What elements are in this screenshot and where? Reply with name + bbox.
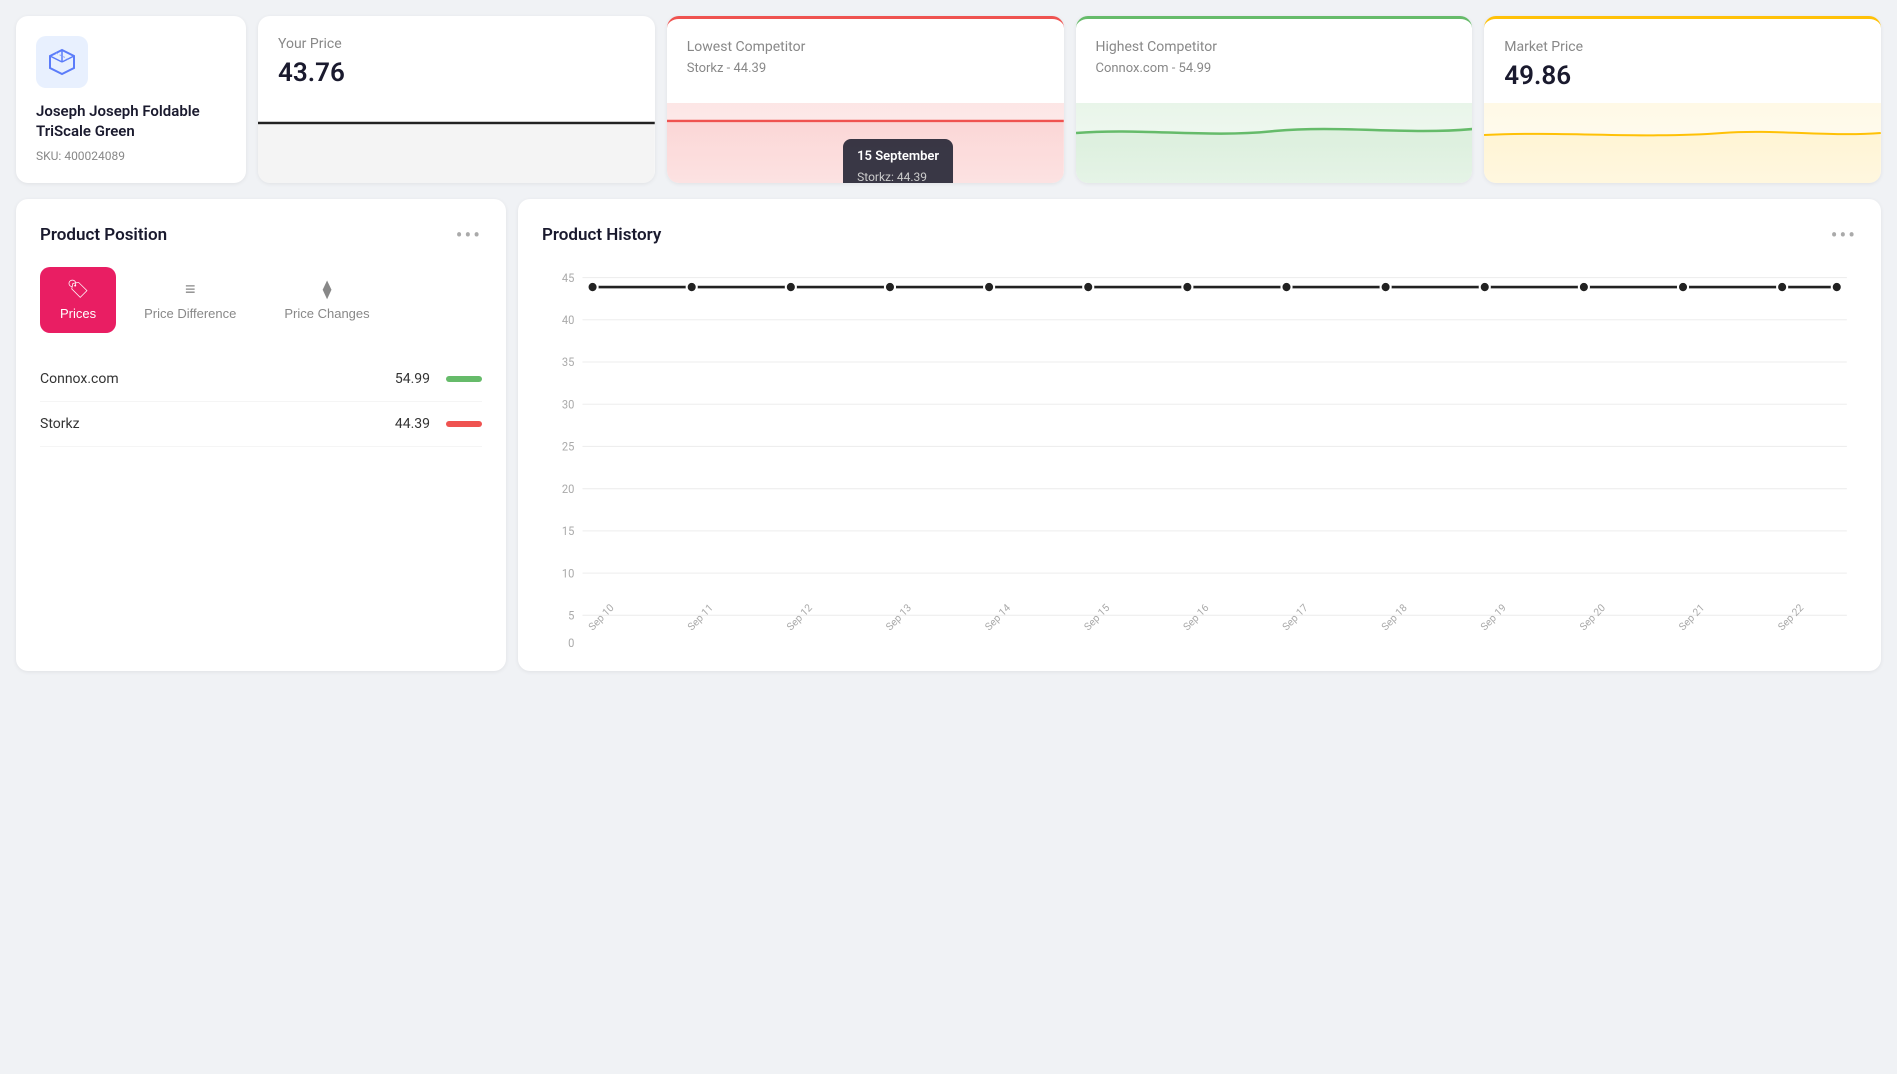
product-info-card: Joseph Joseph Foldable TriScale Green SK… — [16, 16, 246, 183]
highest-competitor-sub: Connox.com - 54.99 — [1096, 61, 1453, 76]
competitor-bar-storkz — [446, 421, 482, 427]
svg-text:25: 25 — [562, 439, 575, 453]
svg-text:45: 45 — [562, 271, 575, 285]
tab-prices[interactable]: 🏷 Prices — [40, 267, 116, 333]
prices-icon: 🏷 — [67, 279, 90, 300]
svg-text:40: 40 — [562, 313, 575, 327]
svg-text:Sep 12: Sep 12 — [784, 601, 815, 633]
your-price-chart — [258, 103, 655, 183]
lowest-competitor-card: Lowest Competitor Storkz - 44.39 15 Sept… — [667, 16, 1064, 183]
svg-text:30: 30 — [562, 397, 575, 411]
competitor-row: Storkz 44.39 — [40, 402, 482, 447]
product-history-title: Product History — [542, 225, 661, 245]
highest-competitor-label: Highest Competitor — [1096, 39, 1453, 55]
competitor-name-storkz: Storkz — [40, 416, 395, 432]
svg-text:Sep 15: Sep 15 — [1081, 601, 1112, 633]
competitor-price-storkz: 44.39 — [395, 416, 430, 432]
tab-price-difference-label: Price Difference — [144, 306, 236, 321]
top-cards-row: Joseph Joseph Foldable TriScale Green SK… — [16, 16, 1881, 183]
history-chart-svg: 45 40 35 30 25 20 15 10 5 0 — [542, 267, 1857, 647]
market-price-label: Market Price — [1504, 39, 1861, 55]
svg-text:Sep 18: Sep 18 — [1379, 601, 1410, 633]
your-price-value: 43.76 — [278, 58, 635, 88]
bottom-row: Product Position ••• 🏷 Prices ≡ Price Di… — [16, 199, 1881, 671]
svg-text:Sep 21: Sep 21 — [1676, 601, 1707, 633]
svg-text:Sep 13: Sep 13 — [883, 601, 914, 633]
svg-text:15: 15 — [562, 524, 575, 538]
svg-text:Sep 20: Sep 20 — [1577, 601, 1608, 633]
svg-text:Sep 17: Sep 17 — [1280, 601, 1311, 633]
lowest-competitor-chart — [667, 103, 1064, 183]
competitor-row: Connox.com 54.99 — [40, 357, 482, 402]
svg-text:20: 20 — [562, 482, 575, 496]
tab-price-changes-label: Price Changes — [284, 306, 369, 321]
svg-text:Sep 19: Sep 19 — [1478, 601, 1509, 633]
price-difference-icon: ≡ — [185, 279, 196, 300]
svg-text:Sep 22: Sep 22 — [1775, 601, 1806, 633]
svg-text:0: 0 — [568, 636, 574, 647]
market-price-card: Market Price 49.86 — [1484, 16, 1881, 183]
tab-price-changes[interactable]: ⧫ Price Changes — [264, 267, 389, 333]
product-history-chart: 45 40 35 30 25 20 15 10 5 0 — [542, 267, 1857, 647]
competitor-name-connox: Connox.com — [40, 371, 395, 387]
market-price-value: 49.86 — [1504, 61, 1861, 91]
svg-text:Sep 14: Sep 14 — [982, 601, 1013, 633]
svg-text:Sep 11: Sep 11 — [685, 601, 716, 633]
product-position-tabs: 🏷 Prices ≡ Price Difference ⧫ Price Chan… — [40, 267, 482, 333]
price-changes-icon: ⧫ — [323, 279, 332, 300]
product-sku: SKU: 400024089 — [36, 149, 226, 163]
product-history-header: Product History ••• — [542, 223, 1857, 247]
highest-competitor-card: Highest Competitor Connox.com - 54.99 — [1076, 16, 1473, 183]
product-position-title: Product Position — [40, 225, 167, 245]
svg-text:35: 35 — [562, 355, 575, 369]
product-history-panel: Product History ••• 45 40 35 30 — [518, 199, 1881, 671]
competitor-price-connox: 54.99 — [395, 371, 430, 387]
svg-text:5: 5 — [568, 608, 574, 622]
product-icon — [36, 36, 88, 88]
tab-price-difference[interactable]: ≡ Price Difference — [124, 267, 256, 333]
product-position-header: Product Position ••• — [40, 223, 482, 247]
product-history-more[interactable]: ••• — [1831, 223, 1857, 247]
svg-text:Sep 16: Sep 16 — [1180, 601, 1211, 633]
highest-competitor-chart — [1076, 103, 1473, 183]
competitor-bar-connox — [446, 376, 482, 382]
tab-prices-label: Prices — [60, 306, 96, 321]
product-name: Joseph Joseph Foldable TriScale Green — [36, 102, 226, 141]
svg-text:Sep 10: Sep 10 — [586, 601, 617, 633]
lowest-competitor-sub: Storkz - 44.39 — [687, 61, 1044, 76]
product-position-panel: Product Position ••• 🏷 Prices ≡ Price Di… — [16, 199, 506, 671]
lowest-competitor-label: Lowest Competitor — [687, 39, 1044, 55]
your-price-label: Your Price — [278, 36, 635, 52]
product-position-more[interactable]: ••• — [456, 223, 482, 247]
market-price-chart — [1484, 103, 1881, 183]
competitor-list: Connox.com 54.99 Storkz 44.39 — [40, 357, 482, 447]
your-price-card: Your Price 43.76 — [258, 16, 655, 183]
svg-text:10: 10 — [562, 566, 575, 580]
